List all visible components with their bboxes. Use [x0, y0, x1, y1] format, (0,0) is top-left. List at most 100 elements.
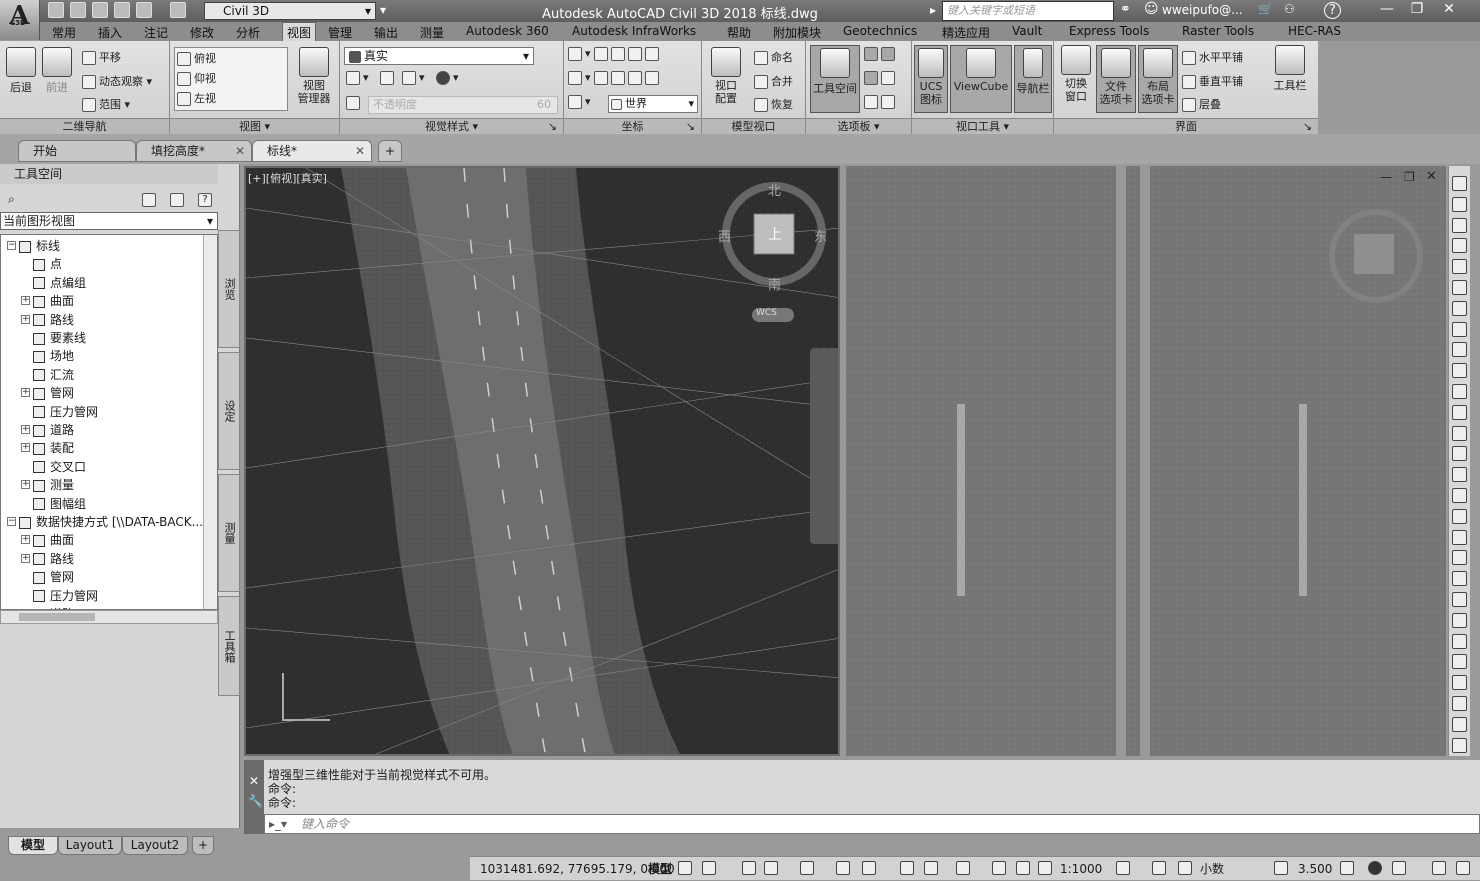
viewcube-toggle[interactable]: ViewCube: [950, 45, 1012, 113]
tree-item[interactable]: 交叉口: [33, 458, 86, 476]
draw-tool-icon[interactable]: [1452, 675, 1467, 691]
ribbon-tab[interactable]: Autodesk InfraWorks: [572, 24, 696, 38]
view-bottom-item[interactable]: 仰视: [177, 70, 216, 86]
material-button[interactable]: ▾: [436, 71, 459, 85]
view-top-item[interactable]: 俯视: [177, 50, 216, 66]
draw-tool-icon[interactable]: [1452, 363, 1467, 379]
close-icon[interactable]: ✕: [1434, 0, 1464, 20]
workspace-dropdown[interactable]: Civil 3D ▾: [204, 2, 376, 20]
ribbon-tab[interactable]: Vault: [1012, 24, 1042, 38]
viewport-config-button[interactable]: 视口 配置: [706, 47, 746, 105]
draw-tool-icon[interactable]: [1452, 280, 1467, 295]
tree-item[interactable]: 管网: [33, 384, 74, 402]
navbar-toggle[interactable]: 导航栏: [1014, 45, 1052, 113]
compass-north[interactable]: 北: [768, 180, 781, 199]
tree-item[interactable]: 压力管网: [33, 587, 98, 605]
draw-tool-icon[interactable]: [1452, 300, 1467, 316]
collapse-icon[interactable]: −: [7, 517, 16, 526]
expand-icon[interactable]: +: [21, 388, 30, 398]
undo-icon[interactable]: [136, 2, 152, 18]
expand-icon[interactable]: +: [21, 443, 30, 453]
draw-tool-icon[interactable]: [1452, 467, 1467, 483]
ribbon-tab[interactable]: HEC-RAS: [1288, 24, 1341, 38]
pan-button[interactable]: 平移: [82, 49, 121, 65]
ribbon-tab[interactable]: 分析: [236, 24, 260, 41]
restore-viewports-button[interactable]: 恢复: [754, 96, 793, 112]
draw-tool-icon[interactable]: [1452, 633, 1467, 649]
draw-tool-icon[interactable]: [1452, 217, 1467, 233]
draw-tool-icon[interactable]: [1452, 259, 1467, 275]
expand-search-icon[interactable]: ▸: [930, 3, 936, 17]
user-icon[interactable]: ☺: [1144, 1, 1159, 17]
shadow-button[interactable]: [380, 71, 397, 85]
expand-icon[interactable]: +: [21, 425, 30, 434]
palette-row3[interactable]: [864, 95, 898, 109]
tree-item[interactable]: 路线: [33, 550, 74, 568]
annotation-monitor-icon[interactable]: [1152, 861, 1166, 875]
compass-west[interactable]: 西: [718, 226, 731, 245]
cascade-button[interactable]: 层叠: [1182, 96, 1221, 112]
viewport-left[interactable]: [+][俯视][真实] 北 南 东 西 上 WCS: [244, 166, 840, 756]
side-tab-prospector[interactable]: 浏览: [218, 230, 240, 348]
back-button[interactable]: 后退: [6, 47, 36, 95]
application-menu-button[interactable]: A C3D: [0, 0, 40, 40]
viewport-close-icon[interactable]: ✕: [1426, 169, 1437, 184]
ucs-dropdown[interactable]: 世界 ▾: [608, 95, 698, 113]
tree-item[interactable]: 曲面: [33, 292, 74, 310]
navigation-bar[interactable]: [810, 348, 840, 544]
doc-tab-cutfill[interactable]: 填挖高度* ✕: [136, 140, 252, 162]
isodraft-icon[interactable]: [800, 861, 814, 875]
close-icon[interactable]: ✕: [355, 141, 365, 161]
grid-icon[interactable]: [678, 861, 692, 875]
draw-tool-icon[interactable]: [1452, 446, 1467, 462]
ribbon-tab[interactable]: Geotechnics: [843, 24, 917, 38]
viewport-minimize-icon[interactable]: —: [1380, 170, 1392, 184]
elevation-value[interactable]: 3.500: [1298, 857, 1332, 881]
print-icon[interactable]: [114, 2, 130, 18]
tree-item[interactable]: 图幅组: [33, 495, 86, 513]
draw-tool-icon[interactable]: [1452, 238, 1467, 254]
ribbon-tab[interactable]: Autodesk 360: [466, 24, 549, 38]
units-dropdown[interactable]: 小数: [1200, 857, 1224, 881]
palette-row1[interactable]: [864, 47, 898, 61]
workspace-switch-icon[interactable]: [1116, 861, 1130, 875]
vertical-scrollbar[interactable]: [203, 235, 217, 609]
ribbon-tab[interactable]: 帮助: [727, 24, 751, 41]
compass-south[interactable]: 南: [768, 274, 781, 293]
scrollbar-thumb[interactable]: [19, 613, 95, 621]
polar-icon[interactable]: [764, 861, 778, 875]
tree-item[interactable]: 标线: [19, 237, 60, 255]
new-tab-button[interactable]: +: [378, 140, 402, 162]
draw-tool-icon[interactable]: [1452, 654, 1467, 670]
view-left-item[interactable]: 左视: [177, 90, 216, 106]
draw-tool-icon[interactable]: [1452, 342, 1467, 358]
viewport-controls-label[interactable]: [+][俯视][真实]: [248, 170, 327, 186]
ribbon-tab[interactable]: 常用: [52, 24, 76, 41]
side-tab-survey[interactable]: 测量: [218, 474, 240, 592]
draw-tool-icon[interactable]: [1452, 571, 1467, 587]
tree-item[interactable]: 要素线: [33, 329, 86, 347]
toolspace-button[interactable]: 工具空间: [810, 45, 860, 113]
dialog-launcher-icon[interactable]: ↘: [686, 119, 695, 134]
binoculars-icon[interactable]: ⚭: [1120, 2, 1131, 17]
ribbon-tab[interactable]: 附加模块: [773, 24, 821, 41]
save-icon[interactable]: [92, 2, 108, 18]
extents-button[interactable]: 范围 ▾: [82, 96, 130, 112]
command-window-grip[interactable]: ✕ 🔧: [244, 760, 264, 834]
tree-item[interactable]: 道路: [33, 421, 74, 439]
snap-icon[interactable]: [702, 861, 716, 875]
visual-style-dropdown[interactable]: 真实 ▾: [344, 47, 534, 65]
add-layout-button[interactable]: +: [192, 836, 214, 855]
fullscreen-icon[interactable]: [1432, 861, 1446, 875]
toolbars-button[interactable]: 工具栏: [1268, 45, 1312, 93]
expand-icon[interactable]: +: [21, 314, 30, 324]
doc-tab-start[interactable]: 开始: [18, 140, 136, 162]
ucs-named-button[interactable]: ▾: [568, 95, 591, 109]
tree-item[interactable]: 装配: [33, 439, 74, 457]
view-manager-button[interactable]: 视图 管理器: [294, 47, 334, 105]
copy-icon[interactable]: [142, 193, 156, 207]
side-tab-toolbox[interactable]: 工具箱: [218, 596, 240, 696]
expand-icon[interactable]: +: [21, 535, 30, 545]
tree-item[interactable]: 数据快捷方式 [\\DATA-BACK...: [19, 513, 203, 531]
open-icon[interactable]: [70, 2, 86, 18]
